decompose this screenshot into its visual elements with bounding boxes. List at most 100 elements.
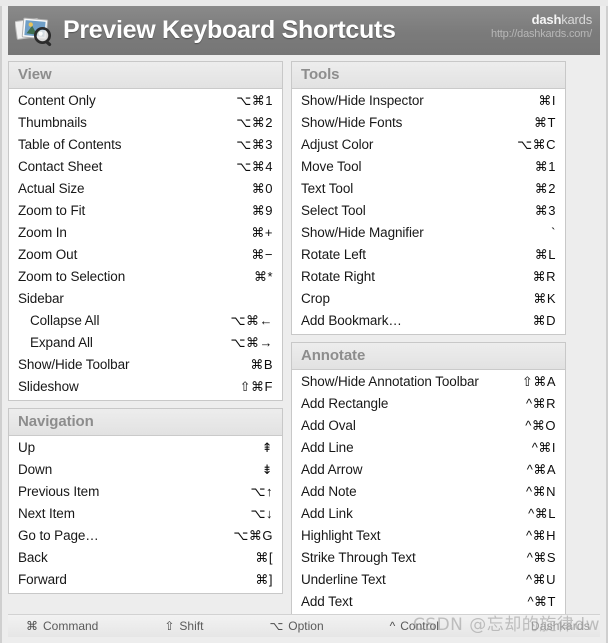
brand-name-bold: dash: [531, 12, 562, 27]
shortcut-label: Down: [18, 462, 53, 477]
shortcut-label: Underline Text: [301, 572, 386, 587]
section-tools: Tools Show/Hide Inspector ⌘I Show/Hide Font…: [291, 61, 566, 335]
shortcut-rows: Up ⇞ Down ⇟ Previous Item ⌥↑ Next Item ⌥↓ Go to …: [9, 436, 282, 593]
legend-label-option: Option: [288, 619, 324, 633]
shortcut-keys: ⌥⌘C: [517, 137, 556, 152]
shortcut-row: Go to Page… ⌥⌘G: [9, 525, 282, 547]
shortcut-label: Add Bookmark…: [301, 313, 402, 328]
dashkards-card: Preview Keyboard Shortcuts dashkards htt…: [0, 6, 608, 643]
shortcut-row: Slideshow ⇧⌘F: [9, 376, 282, 398]
shift-icon: ⇧: [164, 619, 175, 633]
shortcut-row: Crop ⌘K: [292, 288, 565, 310]
shortcut-label: Show/Hide Toolbar: [18, 357, 130, 372]
shortcut-keys: ⌘2: [534, 181, 556, 196]
shortcut-label: Sidebar: [18, 291, 64, 306]
shortcut-row: Adjust Color ⌥⌘C: [292, 134, 565, 156]
section-title: Annotate: [292, 343, 565, 370]
shortcut-row: Show/Hide Fonts ⌘T: [292, 112, 565, 134]
brand-logo: dashkards http://dashkards.com/: [491, 12, 593, 41]
shortcut-label: Back: [18, 550, 48, 565]
shortcut-keys: ⌘*: [253, 269, 273, 284]
option-icon: ⌥: [269, 619, 284, 633]
preview-app-icon: [14, 14, 55, 48]
legend-label-control: Control: [400, 619, 439, 633]
shortcut-row: Move Tool ⌘1: [292, 156, 565, 178]
shortcut-label: Add Line: [301, 440, 354, 455]
shortcut-row: Rotate Left ⌘L: [292, 244, 565, 266]
shortcut-row: Show/Hide Inspector ⌘I: [292, 90, 565, 112]
shortcut-label: Collapse All: [30, 313, 100, 328]
shortcut-row: Table of Contents ⌥⌘3: [9, 134, 282, 156]
section-title: View: [9, 62, 282, 89]
shortcut-keys: ⌥↑: [250, 484, 273, 499]
shortcut-row: Add Note ^⌘N: [292, 481, 565, 503]
shortcut-keys: ⌥⌘3: [236, 137, 273, 152]
shortcut-row: Up ⇞: [9, 437, 282, 459]
shortcut-label: Adjust Color: [301, 137, 374, 152]
shortcut-label: Expand All: [30, 335, 93, 350]
shortcut-keys: ⌘D: [532, 313, 556, 328]
shortcut-row: Zoom Out ⌘−: [9, 244, 282, 266]
shortcut-row: Add Oval ^⌘O: [292, 415, 565, 437]
shortcut-label: Forward: [18, 572, 67, 587]
shortcut-keys: ⇟: [261, 462, 273, 477]
shortcut-keys: ⌘B: [250, 357, 273, 372]
command-icon: ⌘: [26, 619, 38, 633]
shortcut-keys: ^⌘T: [527, 594, 556, 609]
section-title: Tools: [292, 62, 565, 89]
shortcut-keys: ⌘3: [534, 203, 556, 218]
shortcut-label: Go to Page…: [18, 528, 99, 543]
shortcut-keys: ⌘K: [533, 291, 556, 306]
modifier-legend: ⌘ Command ⇧ Shift ⌥ Option ^ Control Das…: [8, 614, 600, 637]
shortcut-row: Show/Hide Toolbar ⌘B: [9, 354, 282, 376]
shortcut-label: Zoom to Selection: [18, 269, 126, 284]
shortcut-label: Table of Contents: [18, 137, 122, 152]
shortcut-label: Crop: [301, 291, 330, 306]
shortcut-row: Add Link ^⌘L: [292, 503, 565, 525]
shortcut-keys: ^⌘R: [526, 396, 556, 411]
shortcut-keys: ⌘]: [255, 572, 273, 587]
shortcut-keys: ⌘T: [534, 115, 556, 130]
shortcut-label: Show/Hide Magnifier: [301, 225, 424, 240]
shortcut-row: Zoom In ⌘+: [9, 222, 282, 244]
shortcut-row: Next Item ⌥↓: [9, 503, 282, 525]
shortcut-columns: View Content Only ⌥⌘1 Thumbnails ⌥⌘2 Table of…: [8, 61, 600, 623]
brand-name: dashkards: [491, 12, 593, 28]
shortcut-row: Expand All ⌥⌘→: [9, 332, 282, 354]
shortcut-keys: ⌘+: [251, 225, 273, 240]
shortcut-label: Add Arrow: [301, 462, 363, 477]
shortcut-label: Strike Through Text: [301, 550, 416, 565]
legend-item-control: ^ Control: [390, 619, 439, 633]
shortcut-keys: ^⌘A: [526, 462, 556, 477]
shortcut-label: Add Text: [301, 594, 353, 609]
shortcut-label: Previous Item: [18, 484, 100, 499]
shortcut-keys: ⇧⌘F: [239, 379, 273, 394]
section-view: View Content Only ⌥⌘1 Thumbnails ⌥⌘2 Table of…: [8, 61, 283, 401]
shortcut-keys: ⌘L: [534, 247, 556, 262]
legend-label-shift: Shift: [179, 619, 204, 633]
shortcut-row: Select Tool ⌘3: [292, 200, 565, 222]
shortcut-keys: ^⌘U: [526, 572, 556, 587]
shortcut-row: Contact Sheet ⌥⌘4: [9, 156, 282, 178]
shortcut-keys: ^⌘I: [531, 440, 556, 455]
shortcut-keys: ⌘[: [255, 550, 273, 565]
shortcut-label: Thumbnails: [18, 115, 87, 130]
shortcut-label: Show/Hide Fonts: [301, 115, 403, 130]
shortcut-label: Content Only: [18, 93, 96, 108]
shortcut-row: Zoom to Selection ⌘*: [9, 266, 282, 288]
shortcut-keys: ⌥⌘→: [230, 335, 273, 350]
shortcut-row: Show/Hide Annotation Toolbar ⇧⌘A: [292, 371, 565, 393]
shortcut-keys: ⌥↓: [250, 506, 273, 521]
shortcut-row: Highlight Text ^⌘H: [292, 525, 565, 547]
brand-url: http://dashkards.com/: [491, 27, 592, 40]
shortcut-rows: Content Only ⌥⌘1 Thumbnails ⌥⌘2 Table of Con…: [9, 89, 282, 400]
shortcut-label: Zoom In: [18, 225, 67, 240]
brand-name-rest: kards: [561, 12, 592, 27]
shortcut-rows: Show/Hide Annotation Toolbar ⇧⌘A Add Recta…: [292, 370, 565, 615]
shortcut-label: Zoom Out: [18, 247, 78, 262]
shortcut-row: Text Tool ⌘2: [292, 178, 565, 200]
shortcut-row: Add Bookmark… ⌘D: [292, 310, 565, 332]
shortcut-label: Text Tool: [301, 181, 354, 196]
shortcut-row: Add Rectangle ^⌘R: [292, 393, 565, 415]
legend-item-command: ⌘ Command: [26, 619, 98, 633]
